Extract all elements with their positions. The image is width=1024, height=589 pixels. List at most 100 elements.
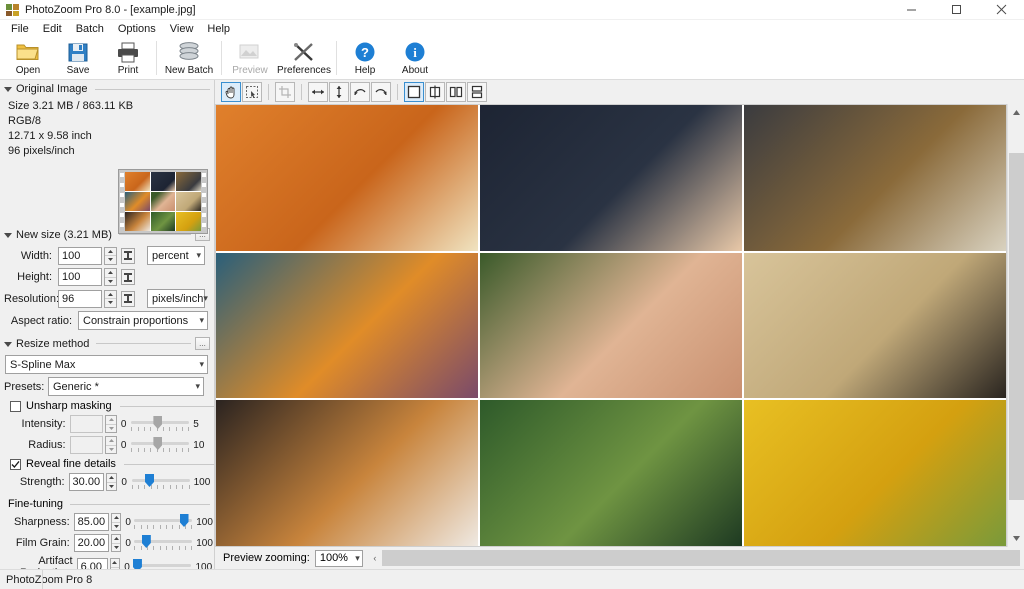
stepper-down-icon[interactable]	[105, 256, 116, 264]
resolution-input[interactable]: 96	[58, 289, 102, 308]
stepper-down-icon-6[interactable]	[107, 483, 116, 491]
fine-tuning-input[interactable]: 85.00	[73, 513, 110, 531]
scroll-down-button[interactable]	[1007, 530, 1024, 547]
stepper-down-icon[interactable]	[112, 523, 120, 531]
fine-tuning-slider[interactable]	[132, 559, 192, 569]
preview-tile[interactable]	[480, 105, 742, 251]
stepper-up-icon-2[interactable]	[105, 269, 116, 278]
preview-zoom-select[interactable]: 100% ▾	[314, 549, 363, 567]
strength-slider[interactable]	[131, 474, 190, 490]
presets-select[interactable]: Generic * ▾	[48, 377, 204, 396]
view-stacked-button[interactable]	[467, 82, 487, 102]
preview-tile[interactable]	[744, 252, 1006, 399]
preview-tile[interactable]	[216, 252, 478, 399]
unsharp-masking-checkbox[interactable]	[10, 400, 21, 412]
preview-tile[interactable]	[744, 105, 1006, 251]
new-batch-button[interactable]: New Batch	[160, 38, 218, 80]
view-split-button[interactable]	[425, 82, 445, 102]
fine-tuning-slider[interactable]	[134, 514, 193, 530]
original-image-thumbnail[interactable]	[118, 169, 208, 234]
save-button[interactable]: Save	[53, 38, 103, 80]
about-button[interactable]: i About	[390, 38, 440, 80]
preview-vertical-scrollbar[interactable]	[1007, 104, 1024, 547]
height-label: Height:	[17, 271, 52, 283]
maximize-button[interactable]	[934, 0, 979, 20]
stepper-down-icon[interactable]	[111, 568, 119, 570]
width-stepper[interactable]	[104, 246, 117, 265]
resize-method-select[interactable]: S-Spline Max ▾	[5, 355, 208, 374]
flip-vertical-button[interactable]	[329, 82, 349, 102]
stepper-up-icon-3[interactable]	[105, 291, 116, 299]
preview-horizontal-scrollbar[interactable]: ‹	[368, 550, 1020, 566]
preview-tile[interactable]	[480, 252, 742, 399]
menu-edit[interactable]: Edit	[36, 22, 69, 36]
resolution-link-button[interactable]	[121, 290, 135, 307]
preview-tile[interactable]	[480, 400, 742, 546]
unsharp-masking-row[interactable]: Unsharp masking	[0, 400, 214, 412]
view-single-button[interactable]	[404, 82, 424, 102]
resize-method-options-button[interactable]: ...	[195, 337, 210, 350]
scroll-track-bottom[interactable]	[1007, 500, 1024, 530]
horizontal-scroll-track[interactable]	[381, 550, 1020, 566]
rotate-right-button[interactable]	[371, 82, 391, 102]
stepper-up-icon[interactable]	[105, 248, 116, 256]
scroll-up-button[interactable]	[1007, 104, 1024, 121]
image-preview-canvas[interactable]	[215, 104, 1007, 547]
fine-tuning-slider[interactable]	[134, 535, 193, 551]
preview-tile[interactable]	[744, 400, 1006, 546]
reveal-fine-details-row[interactable]: Reveal fine details	[0, 458, 214, 470]
chevron-down-icon-6: ▾	[355, 552, 360, 563]
scroll-left-button[interactable]: ‹	[368, 550, 382, 566]
select-tool-button[interactable]	[242, 82, 262, 102]
fine-tuning-stepper[interactable]	[111, 534, 122, 552]
stepper-up-icon-6[interactable]	[107, 474, 117, 483]
fine-tuning-input[interactable]: 6.00	[76, 558, 108, 569]
hand-icon	[225, 86, 235, 99]
help-button[interactable]: ? Help	[340, 38, 390, 80]
hand-tool-button[interactable]	[221, 82, 241, 102]
fine-tuning-slider-thumb[interactable]	[132, 559, 142, 569]
stepper-up-icon[interactable]	[110, 559, 120, 568]
reveal-fine-details-checkbox[interactable]	[10, 458, 21, 470]
height-stepper[interactable]	[104, 268, 117, 286]
preferences-button[interactable]: Preferences	[275, 38, 333, 80]
original-image-section-header[interactable]: Original Image	[0, 80, 214, 97]
aspect-ratio-select[interactable]: Constrain proportions ▾	[78, 311, 208, 330]
fine-tuning-stepper[interactable]	[109, 558, 121, 570]
menu-help[interactable]: Help	[200, 22, 237, 36]
rotate-left-button[interactable]	[350, 82, 370, 102]
stepper-down-icon-3[interactable]	[105, 299, 116, 307]
width-unit-select[interactable]: percent ▾	[147, 246, 205, 265]
preview-tile[interactable]	[216, 400, 478, 546]
menu-options[interactable]: Options	[111, 22, 163, 36]
stepper-up-icon[interactable]	[112, 535, 121, 544]
menu-file[interactable]: File	[4, 22, 36, 36]
arrows-vertical-icon	[336, 86, 342, 98]
fine-tuning-stepper[interactable]	[111, 513, 122, 531]
stepper-down-icon-2[interactable]	[105, 278, 116, 286]
menu-view[interactable]: View	[163, 22, 201, 36]
open-button[interactable]: Open	[3, 38, 53, 80]
stepper-up-icon[interactable]	[112, 514, 121, 523]
height-input[interactable]: 100	[58, 268, 102, 286]
stepper-down-icon[interactable]	[112, 544, 120, 552]
width-link-button[interactable]	[121, 247, 135, 264]
menu-batch[interactable]: Batch	[69, 22, 111, 36]
close-button[interactable]	[979, 0, 1024, 20]
fine-tuning-input[interactable]: 20.00	[73, 534, 110, 552]
minimize-button[interactable]	[889, 0, 934, 20]
height-link-button[interactable]	[121, 269, 135, 285]
print-button[interactable]: Print	[103, 38, 153, 80]
scroll-thumb[interactable]	[1008, 153, 1024, 500]
strength-stepper[interactable]	[106, 473, 118, 491]
view-side-by-side-button[interactable]	[446, 82, 466, 102]
strength-input[interactable]: 30.00	[68, 473, 105, 491]
resolution-stepper[interactable]	[104, 289, 117, 308]
width-input[interactable]: 100	[58, 246, 102, 265]
resolution-unit-select[interactable]: pixels/inch ▾	[147, 289, 208, 308]
scroll-track-top[interactable]	[1007, 121, 1024, 153]
preview-tile[interactable]	[216, 105, 478, 251]
width-unit-value: percent	[152, 249, 189, 262]
flip-horizontal-button[interactable]	[308, 82, 328, 102]
resize-method-section-header[interactable]: Resize method ...	[0, 334, 214, 352]
